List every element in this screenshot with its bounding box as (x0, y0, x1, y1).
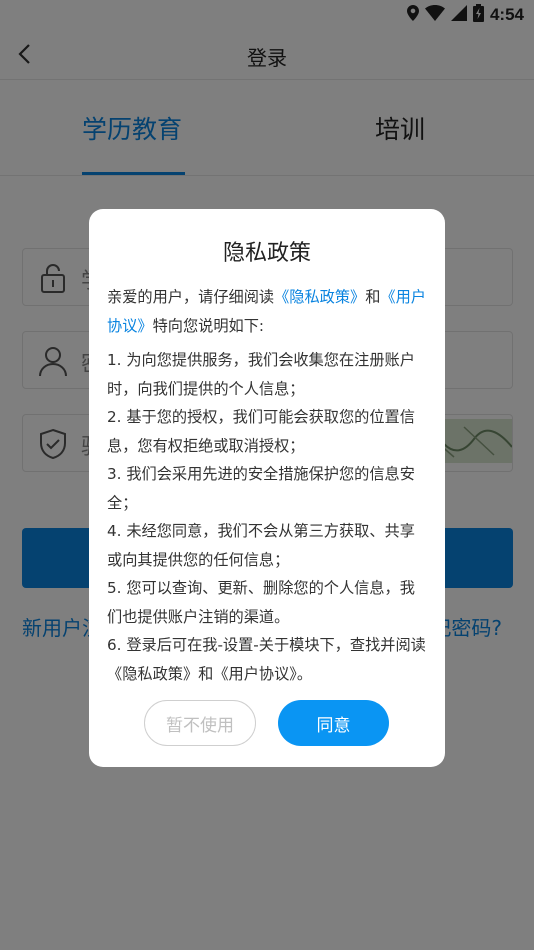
intro-suffix: 特向您说明如下: (152, 316, 264, 335)
policy-item: 2. 基于您的授权，我们可能会获取您的位置信息，您有权拒绝或取消授权； (107, 408, 415, 455)
privacy-dialog: 隐私政策 亲爱的用户，请仔细阅读《隐私政策》和《用户协议》特向您说明如下: 1.… (89, 209, 445, 767)
policy-item: 4. 未经您同意，我们不会从第三方获取、共享或向其提供您的任何信息； (107, 522, 415, 569)
privacy-policy-link[interactable]: 《隐私政策》 (274, 288, 365, 306)
intro-and: 和 (365, 288, 381, 306)
agree-button[interactable]: 同意 (278, 700, 389, 746)
intro-prefix: 亲爱的用户，请仔细阅读 (107, 288, 275, 306)
dialog-title: 隐私政策 (222, 241, 311, 266)
dialog-intro: 亲爱的用户，请仔细阅读《隐私政策》和《用户协议》特向您说明如下: (107, 283, 429, 340)
dialog-body: 亲爱的用户，请仔细阅读《隐私政策》和《用户协议》特向您说明如下: 1. 为向您提… (107, 283, 429, 688)
decline-button[interactable]: 暂不使用 (144, 700, 256, 746)
policy-item: 3. 我们会采用先进的安全措施保护您的信息安全； (107, 465, 415, 512)
policy-item: 6. 登录后可在我-设置-关于模块下，查找并阅读《隐私政策》和《用户协议》。 (107, 636, 426, 683)
policy-item: 5. 您可以查询、更新、删除您的个人信息，我们也提供账户注销的渠道。 (107, 579, 415, 626)
policy-item: 1. 为向您提供服务，我们会收集您在注册账户时，向我们提供的个人信息； (107, 351, 415, 398)
